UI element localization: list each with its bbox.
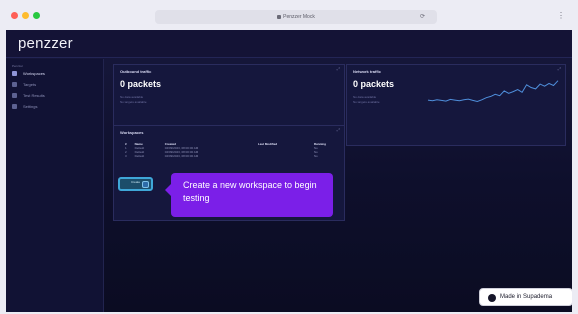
- outbound-traffic-value: 0 packets: [120, 79, 162, 89]
- network-traffic-panel: Network traffic 0 packets No data availa…: [346, 64, 566, 146]
- settings-icon: [12, 104, 17, 109]
- tooltip-text: Create a new workspace to begin testing: [183, 180, 317, 203]
- maximize-window-button[interactable]: [33, 12, 40, 19]
- sidebar-heading: Penzzer: [12, 64, 24, 68]
- workspaces-table: # Name Created Last Modified Running 1 D…: [124, 142, 350, 158]
- plus-icon: [142, 181, 149, 188]
- results-icon: [12, 93, 17, 98]
- browser-chrome: Penzzer Mock ⟳ ⋮: [0, 0, 578, 30]
- network-traffic-chart: [427, 80, 559, 103]
- onboarding-tooltip: Create a new workspace to begin testing: [165, 173, 333, 217]
- sidebar-item-label: Settings: [23, 104, 38, 109]
- workspace-icon: [12, 71, 17, 76]
- table-cell: 3: [125, 154, 127, 158]
- sidebar-item-label: Targets: [23, 82, 37, 87]
- expand-icon[interactable]: ⤢: [558, 67, 561, 71]
- target-icon: [12, 82, 17, 87]
- top-bar: penzzer: [6, 30, 572, 58]
- app-logo[interactable]: penzzer: [18, 35, 73, 52]
- made-in-label: Made in Supadema: [500, 294, 553, 300]
- table-cell: Default: [134, 154, 145, 158]
- address-bar-text-wrap: Penzzer Mock: [155, 10, 437, 24]
- close-window-button[interactable]: [11, 12, 18, 19]
- tooltip-arrow: [165, 184, 171, 196]
- refresh-icon[interactable]: ⟳: [420, 14, 425, 20]
- network-traffic-note: No targets available: [353, 100, 380, 104]
- lock-icon: [277, 14, 282, 19]
- outbound-traffic-note: No targets available: [120, 100, 147, 104]
- sidebar-item-workspaces[interactable]: Workspaces: [12, 69, 98, 79]
- network-traffic-title: Network traffic: [353, 69, 382, 74]
- supadema-logo-icon: [488, 294, 496, 302]
- address-bar-text: Penzzer Mock: [283, 14, 315, 20]
- expand-icon[interactable]: ⤢: [337, 67, 340, 71]
- table-cell: No: [313, 154, 318, 158]
- outbound-traffic-title: Outbound traffic: [120, 69, 152, 74]
- table-row[interactable]: 3 Default 02/09/2023, 08:00:00 AM No: [124, 154, 350, 158]
- address-bar[interactable]: Penzzer Mock ⟳: [155, 10, 437, 24]
- expand-icon[interactable]: ⤢: [337, 128, 340, 132]
- extensions-icon[interactable]: ⋮: [557, 12, 565, 20]
- network-traffic-value: 0 packets: [353, 79, 395, 89]
- outbound-traffic-note: No data available: [120, 95, 144, 99]
- sidebar: Penzzer Workspaces Targets Test Results …: [6, 59, 104, 312]
- sidebar-item-test-results[interactable]: Test Results: [12, 91, 98, 101]
- sidebar-item-targets[interactable]: Targets: [12, 80, 98, 90]
- table-cell: 02/09/2023, 08:00:00 AM: [164, 154, 199, 158]
- network-traffic-note: No data available: [353, 95, 377, 99]
- app-window: penzzer Penzzer Workspaces Targets Test …: [6, 30, 572, 312]
- minimize-window-button[interactable]: [22, 12, 29, 19]
- table-cell: [257, 154, 313, 158]
- workspaces-title: Workspaces: [120, 130, 144, 135]
- sidebar-item-label: Workspaces: [23, 71, 45, 76]
- made-in-badge[interactable]: Made in Supadema: [479, 288, 572, 306]
- sidebar-item-label: Test Results: [23, 93, 45, 98]
- create-workspace-button[interactable]: Create: [118, 177, 153, 191]
- network-traffic-line: [427, 80, 559, 103]
- sidebar-item-settings[interactable]: Settings: [12, 102, 98, 112]
